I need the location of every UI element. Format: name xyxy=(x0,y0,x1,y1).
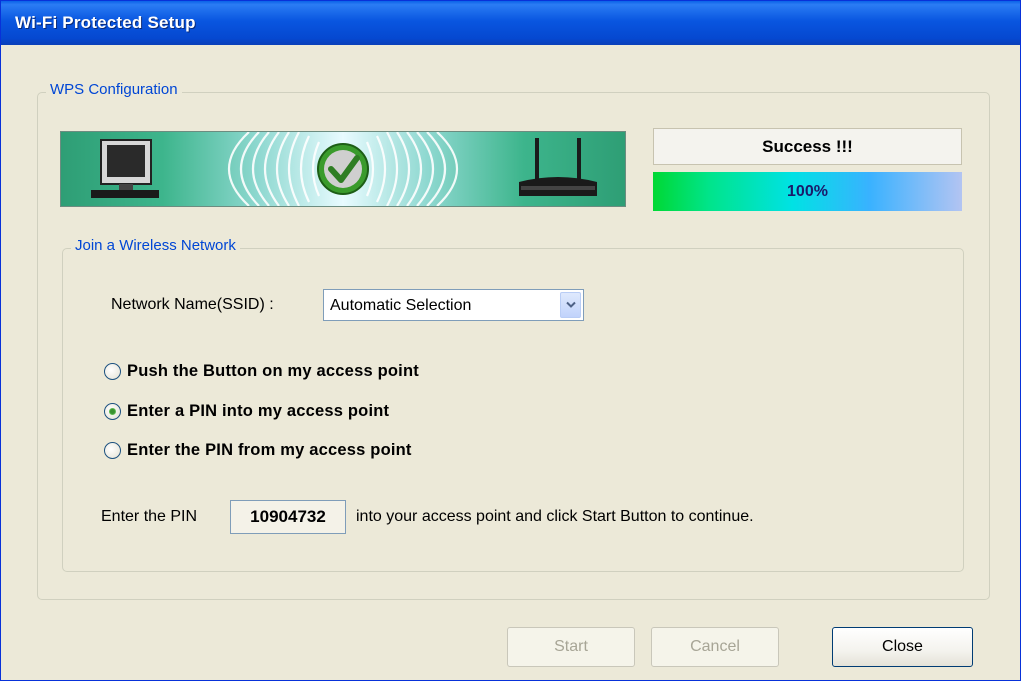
radio-push-button[interactable]: Push the Button on my access point xyxy=(104,359,419,383)
ssid-select-value: Automatic Selection xyxy=(330,297,472,314)
window-title: Wi-Fi Protected Setup xyxy=(15,13,196,32)
chevron-down-icon[interactable] xyxy=(560,292,581,318)
ssid-select[interactable]: Automatic Selection xyxy=(323,289,584,321)
pin-display: 10904732 xyxy=(230,500,346,534)
check-icon xyxy=(317,143,369,195)
progress-bar: 100% xyxy=(653,172,962,211)
start-button[interactable]: Start xyxy=(507,627,635,667)
ssid-label: Network Name(SSID) : xyxy=(111,296,274,313)
cancel-button[interactable]: Cancel xyxy=(651,627,779,667)
router-icon xyxy=(519,138,597,196)
status-message: Success !!! xyxy=(653,128,962,165)
radio-enter-pin-from-circle[interactable] xyxy=(104,441,121,459)
radio-enter-pin-from-label[interactable]: Enter the PIN from my access point xyxy=(127,441,412,460)
wps-dialog: Wi-Fi Protected Setup WPS Configuration xyxy=(0,0,1021,681)
computer-icon xyxy=(91,139,159,198)
radio-enter-pin-from[interactable]: Enter the PIN from my access point xyxy=(104,438,412,462)
radio-enter-pin-into-circle[interactable] xyxy=(104,402,121,420)
radio-enter-pin-into[interactable]: Enter a PIN into my access point xyxy=(104,399,389,423)
wps-configuration-legend: WPS Configuration xyxy=(46,81,182,98)
title-bar[interactable]: Wi-Fi Protected Setup xyxy=(1,1,1020,45)
progress-label: 100% xyxy=(787,182,828,200)
pin-prefix-text: Enter the PIN xyxy=(101,508,198,525)
radio-enter-pin-into-label[interactable]: Enter a PIN into my access point xyxy=(127,402,389,421)
close-button[interactable]: Close xyxy=(832,627,973,667)
radio-push-button-label[interactable]: Push the Button on my access point xyxy=(127,362,419,381)
radio-push-button-circle[interactable] xyxy=(104,362,121,380)
wireless-waves-graphic xyxy=(91,132,597,206)
pin-suffix-text: into your access point and click Start B… xyxy=(356,508,754,525)
join-network-legend: Join a Wireless Network xyxy=(71,237,240,254)
wps-status-banner xyxy=(60,131,626,207)
